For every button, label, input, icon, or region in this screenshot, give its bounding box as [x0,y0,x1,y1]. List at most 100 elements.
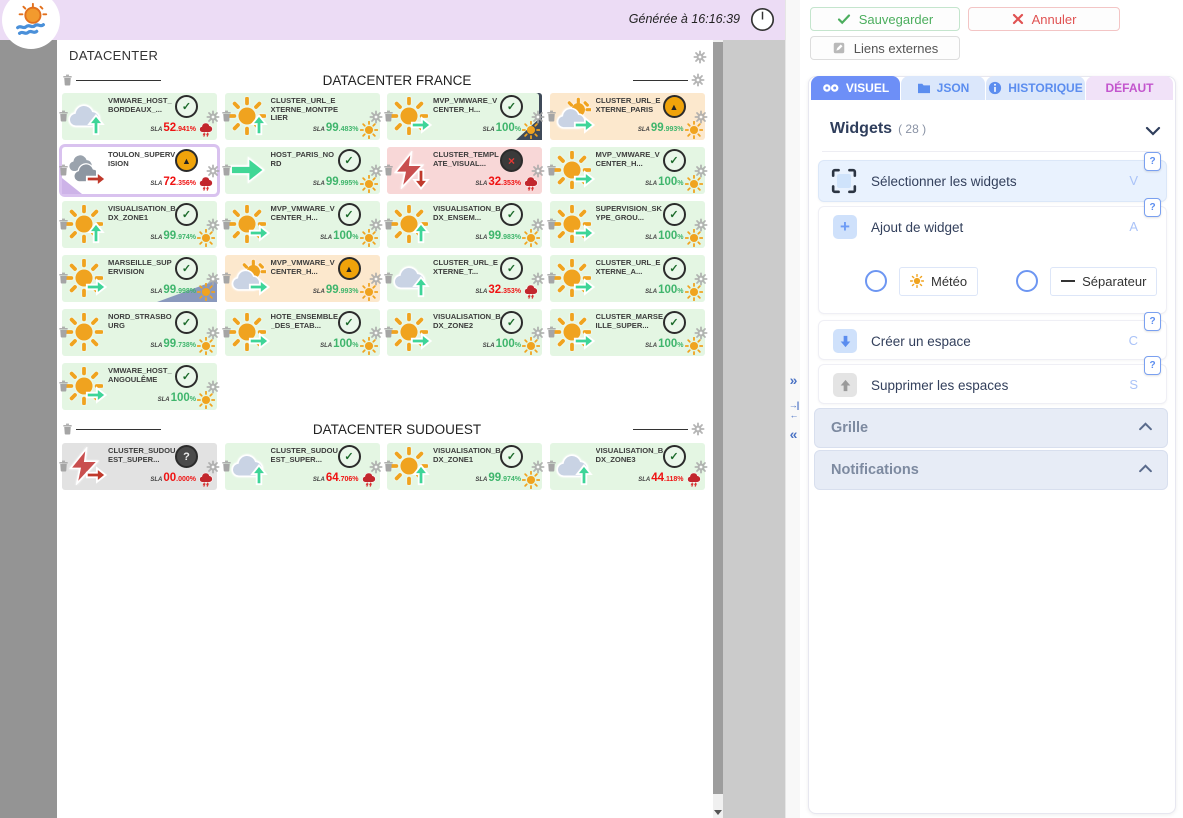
tile-settings-gear-icon[interactable] [694,218,708,232]
weather-widget-tile[interactable]: MARSEILLE_SUPERVISION ✓ SLA99.998% [62,255,217,302]
tile-settings-gear-icon[interactable] [206,380,220,394]
tile-settings-gear-icon[interactable] [531,110,545,124]
canvas-scrollbar[interactable] [713,40,723,818]
group-settings-gear-icon[interactable] [693,50,707,64]
trash-icon[interactable] [220,459,233,473]
tile-settings-gear-icon[interactable] [369,218,383,232]
trash-icon[interactable] [382,217,395,231]
trash-icon[interactable] [382,163,395,177]
tile-settings-gear-icon[interactable] [531,164,545,178]
tile-settings-gear-icon[interactable] [369,110,383,124]
save-button[interactable]: Sauvegarder [810,7,960,31]
weather-widget-tile[interactable]: CLUSTER_URL_EXTERNE_PARIS ▲ SLA99.993% [550,93,705,140]
tile-settings-gear-icon[interactable] [206,110,220,124]
trash-icon[interactable] [220,109,233,123]
separator-option-button[interactable]: Séparateur [1050,267,1157,296]
trash-icon[interactable] [382,271,395,285]
trash-icon[interactable] [57,271,70,285]
tile-settings-gear-icon[interactable] [369,460,383,474]
external-links-button[interactable]: Liens externes [810,36,960,60]
tile-settings-gear-icon[interactable] [694,326,708,340]
tile-settings-gear-icon[interactable] [206,164,220,178]
scrollbar-thumb[interactable] [713,42,723,794]
separator-trash-icon[interactable] [61,422,74,436]
separator-trash-icon[interactable] [61,73,74,87]
separator-gear-icon[interactable] [691,73,705,87]
grille-section-header[interactable]: Grille [814,408,1168,448]
trash-icon[interactable] [545,109,558,123]
trash-icon[interactable] [220,325,233,339]
tile-settings-gear-icon[interactable] [369,272,383,286]
weather-widget-tile[interactable]: VMWARE_HOST_ANGOULÊME ✓ SLA100% [62,363,217,410]
weather-widget-tile[interactable]: CLUSTER_URL_EXTERNE_A... ✓ SLA100% [550,255,705,302]
tile-settings-gear-icon[interactable] [531,218,545,232]
weather-widget-tile[interactable]: CLUSTER_URL_EXTERNE_T... ✓ SLA32.353% [387,255,542,302]
weather-widget-tile[interactable]: CLUSTER_MARSEILLE_SUPER... ✓ SLA100% [550,309,705,356]
tab-visuel[interactable]: VISUEL [811,76,900,100]
add-widget-row[interactable]: + Ajout de widget [819,207,1166,247]
help-icon[interactable]: ? [1144,198,1161,217]
weather-widget-tile[interactable]: CLUSTER_SUDOUEST_SUPER... ✓ SLA64.706% [225,443,380,490]
tile-settings-gear-icon[interactable] [206,272,220,286]
radio-meteo[interactable] [865,270,887,292]
trash-icon[interactable] [382,109,395,123]
trash-icon[interactable] [545,271,558,285]
weather-widget-tile[interactable]: NORD_STRASBOURG ✓ SLA99.738% [62,309,217,356]
help-icon[interactable]: ? [1144,152,1161,171]
tile-settings-gear-icon[interactable] [206,460,220,474]
scroll-down-button[interactable] [713,806,723,818]
tab-historique[interactable]: HISTORIQUE [986,76,1085,100]
create-space-row[interactable]: Créer un espace C ? [818,320,1167,360]
tile-settings-gear-icon[interactable] [694,460,708,474]
weather-widget-tile[interactable]: VISUALISATION_BDX_ZONE1 ✓ SLA99.974% [62,201,217,248]
weather-widget-tile[interactable]: CLUSTER_TEMPLATE_VISUAL... × SLA32.353% [387,147,542,194]
weather-widget-tile[interactable]: CLUSTER_SUDOUEST_SUPER... ? SLA00.000% [62,443,217,490]
trash-icon[interactable] [57,109,70,123]
tile-settings-gear-icon[interactable] [206,218,220,232]
collapse-panel-icon[interactable]: « [786,426,801,442]
weather-widget-tile[interactable]: TOULON_SUPERVISION ▲ SLA72.356% [62,147,217,194]
trash-icon[interactable] [545,459,558,473]
weather-widget-tile[interactable]: VISUALISATION_BDX_ENSEM... ✓ SLA99.983% [387,201,542,248]
trash-icon[interactable] [57,217,70,231]
weather-widget-tile[interactable]: VISUALISATION_BDX_ZONE2 ✓ SLA100% [387,309,542,356]
weather-widget-tile[interactable]: HOTE_ENSEMBLE_DES_ETAB... ✓ SLA100% [225,309,380,356]
tile-settings-gear-icon[interactable] [694,164,708,178]
tile-settings-gear-icon[interactable] [206,326,220,340]
meteo-option-button[interactable]: Météo [899,267,978,296]
trash-icon[interactable] [382,325,395,339]
delete-spaces-row[interactable]: Supprimer les espaces S ? [818,364,1167,404]
tile-settings-gear-icon[interactable] [531,326,545,340]
trash-icon[interactable] [57,163,70,177]
notifications-section-header[interactable]: Notifications [814,450,1168,490]
tab-defaut[interactable]: DÉFAUT [1086,76,1173,100]
clock-icon[interactable] [750,7,775,32]
trash-icon[interactable] [220,271,233,285]
weather-widget-tile[interactable]: SUPERVISION_SKYPE_GROU... ✓ SLA100% [550,201,705,248]
help-icon[interactable]: ? [1144,356,1161,375]
radio-separateur[interactable] [1016,270,1038,292]
help-icon[interactable]: ? [1144,312,1161,331]
tile-settings-gear-icon[interactable] [531,272,545,286]
weather-widget-tile[interactable]: MVP_VMWARE_VCENTER_H... ✓ SLA100% [387,93,542,140]
weather-widget-tile[interactable]: MVP_VMWARE_VCENTER_H... ▲ SLA99.993% [225,255,380,302]
weather-widget-tile[interactable]: VISUALISATION_BDX_ZONE1 ✓ SLA99.974% [387,443,542,490]
chevron-down-icon[interactable] [1145,126,1161,136]
center-split-icon[interactable]: →|← [786,400,801,420]
weather-widget-tile[interactable]: VISUALISATION_BDX_ZONE3 ✓ SLA44.118% [550,443,705,490]
trash-icon[interactable] [382,459,395,473]
select-widgets-row[interactable]: Sélectionner les widgets V ? [818,160,1167,202]
tile-settings-gear-icon[interactable] [531,460,545,474]
tile-settings-gear-icon[interactable] [694,272,708,286]
trash-icon[interactable] [57,459,70,473]
dashboard-canvas[interactable]: DATACENTER DATACENTER FRANCE VMWARE_HOST… [57,40,713,818]
weather-widget-tile[interactable]: MVP_VMWARE_VCENTER_H... ✓ SLA100% [225,201,380,248]
cancel-button[interactable]: Annuler [968,7,1120,31]
tile-settings-gear-icon[interactable] [369,326,383,340]
trash-icon[interactable] [545,217,558,231]
trash-icon[interactable] [545,325,558,339]
expand-panel-icon[interactable]: » [786,372,801,388]
weather-widget-tile[interactable]: CLUSTER_URL_EXTERNE_MONTPELIER SLA99.483… [225,93,380,140]
weather-widget-tile[interactable]: VMWARE_HOST_BORDEAUX_... ✓ SLA52.941% [62,93,217,140]
tab-json[interactable]: JSON [901,76,985,100]
